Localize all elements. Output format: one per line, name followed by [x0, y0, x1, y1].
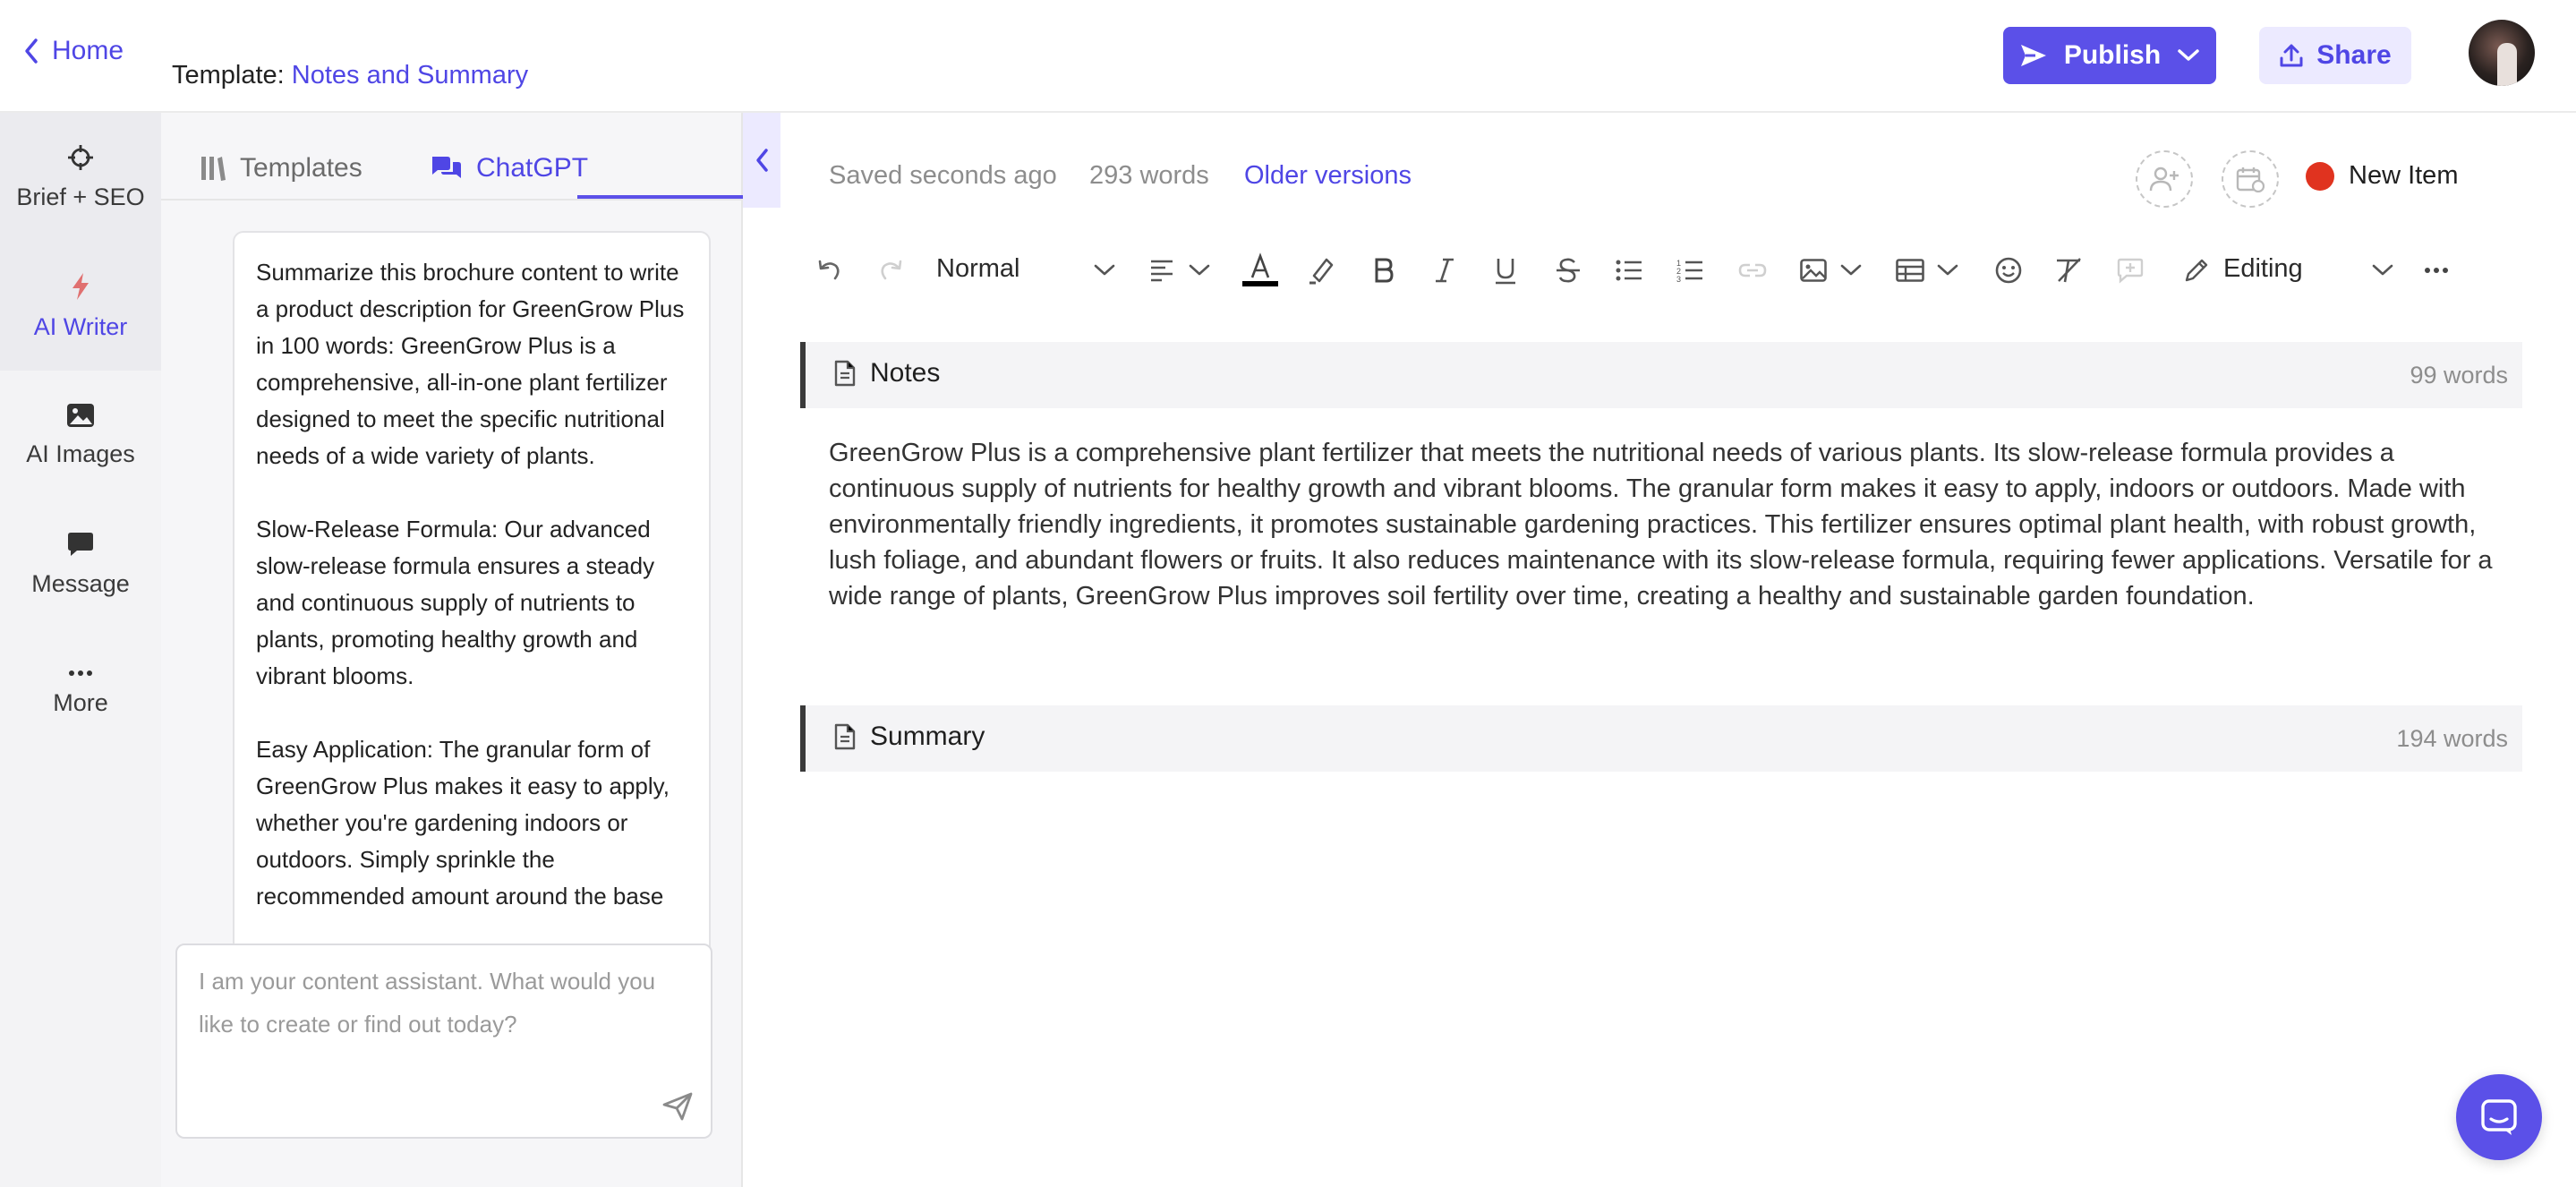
message-icon	[67, 531, 94, 558]
upload-icon	[2279, 43, 2304, 68]
nav-label: Message	[31, 569, 130, 597]
section-header-notes[interactable]: Notes 99 words	[800, 342, 2522, 408]
chevron-down-icon[interactable]	[2365, 252, 2401, 288]
share-label: Share	[2316, 40, 2392, 70]
nav-item-ai-writer[interactable]: AI Writer	[0, 242, 161, 371]
align-left-icon[interactable]	[1144, 252, 1180, 288]
prompt-paragraph: Slow-Release Formula: Our advanced slow-…	[256, 516, 655, 689]
table-icon[interactable]	[1892, 252, 1928, 288]
paragraph-style-select[interactable]: Normal	[936, 254, 1019, 284]
link-icon[interactable]	[1735, 252, 1770, 288]
bold-icon[interactable]	[1366, 252, 1402, 288]
chat-icon	[430, 155, 462, 182]
tab-templates[interactable]: Templates	[200, 140, 363, 197]
chevron-down-icon[interactable]	[1181, 252, 1217, 288]
section-title: Summary	[834, 722, 985, 752]
editing-mode-select[interactable]: Editing	[2223, 254, 2303, 284]
home-label: Home	[52, 36, 124, 65]
numbered-list-icon[interactable]: 123	[1672, 252, 1708, 288]
prompt-message: Summarize this brochure content to write…	[233, 231, 711, 1063]
send-message-icon[interactable]	[662, 1092, 693, 1121]
underline-icon[interactable]	[1488, 252, 1523, 288]
collapse-panel-button[interactable]	[743, 113, 780, 208]
section-word-count: 99 words	[2410, 362, 2508, 389]
add-user-icon	[2149, 166, 2179, 192]
text-color-icon[interactable]	[1242, 252, 1278, 288]
strikethrough-icon[interactable]	[1550, 252, 1586, 288]
home-link[interactable]: Home	[23, 36, 124, 66]
publish-label: Publish	[2063, 40, 2162, 70]
nav-label: AI Images	[26, 440, 135, 467]
nav-label: AI Writer	[33, 312, 128, 340]
section-title-text: Summary	[870, 722, 985, 751]
schedule-button[interactable]	[2222, 150, 2279, 208]
nav-label: Brief + SEO	[16, 183, 145, 210]
nav-item-brief-seo[interactable]: Brief + SEO	[0, 113, 161, 242]
prompt-paragraph: Easy Application: The granular form of G…	[256, 736, 670, 909]
emoji-icon[interactable]	[1991, 252, 2026, 288]
left-nav: Brief + SEO AI Writer AI Images Message …	[0, 113, 161, 1187]
tab-chatgpt[interactable]: ChatGPT	[430, 140, 588, 197]
redo-icon[interactable]	[874, 252, 909, 288]
share-button[interactable]: Share	[2259, 27, 2411, 84]
chat-panel: Templates ChatGPT Summarize this brochur…	[161, 113, 769, 1187]
nav-item-more[interactable]: More	[0, 628, 161, 757]
support-chat-button[interactable]	[2456, 1074, 2542, 1160]
lightning-icon	[71, 272, 90, 301]
section-title-text: Notes	[870, 358, 941, 388]
highlight-icon[interactable]	[1303, 252, 1339, 288]
section-title: Notes	[834, 358, 940, 389]
template-indicator: Template: Notes and Summary	[172, 61, 528, 90]
template-prefix: Template:	[172, 61, 285, 90]
bullet-list-icon[interactable]	[1611, 252, 1647, 288]
send-icon	[2019, 43, 2048, 68]
italic-icon[interactable]	[1427, 252, 1463, 288]
word-count: 293 words	[1089, 161, 1209, 190]
assign-user-button[interactable]	[2136, 150, 2193, 208]
chevron-down-icon[interactable]	[1087, 252, 1122, 288]
notes-content[interactable]: GreenGrow Plus is a comprehensive plant …	[829, 435, 2494, 614]
template-name[interactable]: Notes and Summary	[292, 61, 528, 90]
templates-icon	[200, 155, 226, 182]
item-status[interactable]: New Item	[2306, 161, 2458, 191]
saved-status: Saved seconds ago	[829, 161, 1057, 190]
older-versions-link[interactable]: Older versions	[1244, 161, 1412, 191]
crosshair-icon	[67, 144, 94, 171]
chevron-down-icon	[2177, 48, 2200, 63]
publish-button[interactable]: Publish	[2003, 27, 2216, 84]
status-dot	[2306, 161, 2334, 191]
ellipsis-icon	[68, 670, 93, 677]
document-icon	[834, 723, 856, 750]
pencil-icon	[2179, 252, 2214, 288]
prompt-paragraph: Summarize this brochure content to write…	[256, 259, 685, 469]
chevron-down-icon[interactable]	[1930, 252, 1966, 288]
chevron-left-icon	[755, 148, 769, 173]
avatar[interactable]	[2469, 20, 2535, 86]
tab-label: ChatGPT	[476, 153, 589, 183]
section-header-summary[interactable]: Summary 194 words	[800, 705, 2522, 772]
chat-input[interactable]	[199, 960, 689, 1067]
nav-label: More	[53, 688, 108, 716]
tab-divider	[161, 199, 743, 201]
chevron-left-icon	[23, 38, 39, 64]
nav-item-ai-images[interactable]: AI Images	[0, 371, 161, 500]
chat-bubble-icon	[2479, 1097, 2519, 1137]
document-icon	[834, 360, 856, 387]
image-icon	[66, 403, 95, 428]
tab-label: Templates	[240, 153, 363, 183]
nav-item-message[interactable]: Message	[0, 500, 161, 628]
calendar-icon	[2236, 166, 2265, 192]
chat-input-box	[175, 944, 712, 1139]
more-options-icon[interactable]	[2418, 252, 2454, 288]
chevron-down-icon[interactable]	[1833, 252, 1869, 288]
svg-text:3: 3	[1676, 275, 1681, 284]
top-bar: Home Template: Notes and Summary Publish…	[0, 0, 2576, 113]
section-word-count: 194 words	[2396, 725, 2508, 752]
image-insert-icon[interactable]	[1796, 252, 1831, 288]
undo-icon[interactable]	[811, 252, 847, 288]
clear-format-icon[interactable]	[2051, 252, 2087, 288]
status-label: New Item	[2349, 161, 2459, 190]
comment-icon[interactable]	[2112, 252, 2148, 288]
